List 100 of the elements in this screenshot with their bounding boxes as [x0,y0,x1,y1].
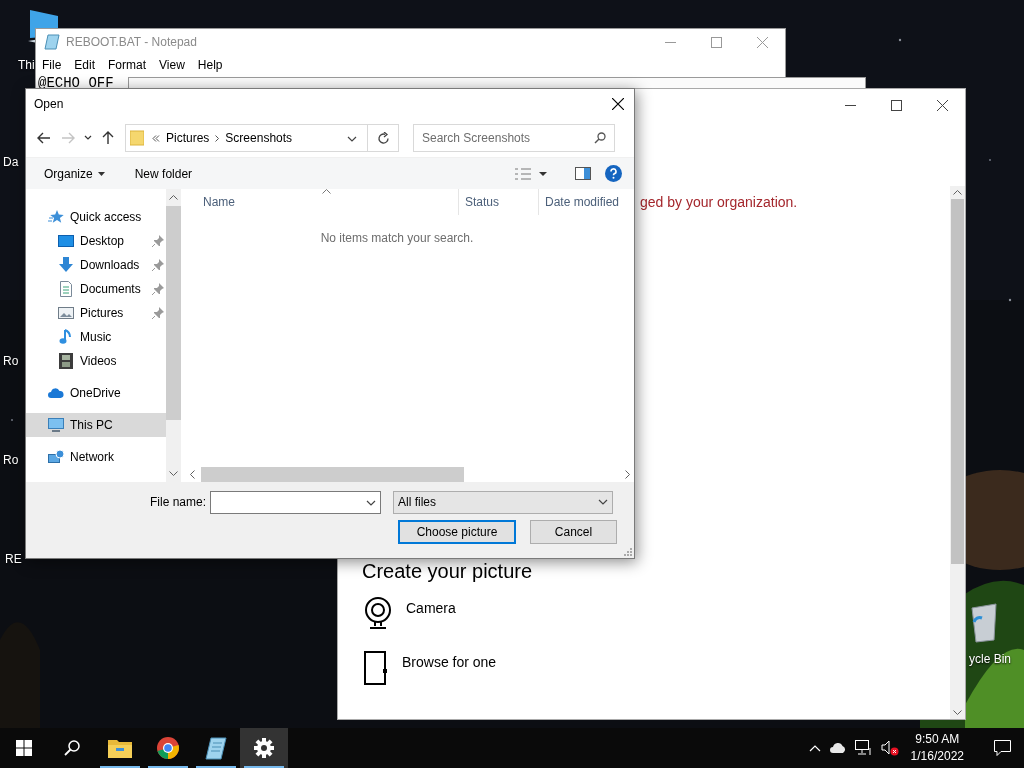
minimize-icon [664,41,676,43]
nav-item-label: OneDrive [70,386,121,400]
column-header[interactable]: Name [184,189,458,215]
organize-menu[interactable]: Organize [36,162,113,185]
notification-icon[interactable] [993,740,1011,756]
menu-item[interactable]: Help [192,58,228,72]
scroll-up-icon [169,195,178,200]
nav-item[interactable]: OneDrive [26,381,166,405]
scroll-right-icon[interactable] [625,470,630,479]
chevron-down-icon [84,135,92,141]
new-folder-button[interactable]: New folder [126,162,201,185]
cloud-icon[interactable] [828,742,847,754]
menu-item[interactable]: Format [103,58,152,72]
close-icon [756,36,768,48]
option-label[interactable]: Camera [406,600,456,616]
nav-item-label: Pictures [80,306,124,320]
nav-item-label: Network [70,450,114,464]
menu-item[interactable]: Edit [69,58,101,72]
double-chevron-icon [152,134,160,142]
folder-icon [108,738,132,758]
file-name-label: File name: [148,495,207,509]
cancel-button[interactable]: Cancel [530,520,617,544]
desktop-icon-label[interactable]: Thi [18,58,35,72]
caret-icon [539,171,547,176]
notepad-icon [205,736,227,760]
preview-pane-icon [575,167,591,180]
confirm-button[interactable]: Choose picture [398,520,516,544]
nav-item[interactable]: Videos [26,349,166,373]
section-title: Create your picture [362,560,534,583]
nav-item-label: Quick access [70,210,142,224]
view-options-button[interactable] [515,167,547,180]
nav-item[interactable]: This PC [26,413,166,437]
scroll-left-icon[interactable] [190,470,195,479]
breadcrumb-item[interactable]: Pictures [166,131,210,145]
recycle-bin-icon[interactable] [970,600,998,644]
desktop-icon-label[interactable]: ycle Bin [969,652,1012,666]
minimize-icon [844,104,856,106]
nav-item[interactable]: Network [26,445,166,469]
nav-item[interactable]: Downloads [26,253,166,277]
nav-item[interactable]: Quick access [26,205,166,229]
cloud-icon [48,385,64,401]
nav-item[interactable]: Desktop [26,229,166,253]
document-icon [58,281,74,297]
volume-muted-icon[interactable] [880,740,899,756]
scroll-down-icon [169,471,178,476]
address-bar[interactable]: Pictures Screenshots [125,124,399,152]
breadcrumb-item[interactable]: Screenshots [225,131,293,145]
column-header[interactable]: Date modified [538,189,634,215]
clock-date: 1/16/2022 [910,748,964,765]
menu-item[interactable]: View [154,58,190,72]
settings-icon [254,738,274,758]
download-icon [58,257,74,273]
dialog-title: Open [34,97,64,111]
desktop-icon-label[interactable]: Da [3,155,19,169]
maximize-icon [890,99,902,111]
document-text: @ECHO OFF [37,75,115,91]
chevron-down-icon [366,499,376,506]
clock[interactable]: 9:50 AM 1/16/2022 [910,731,964,765]
computer-icon [48,417,64,433]
chevron-right-icon [215,134,220,142]
preview-pane-button[interactable] [575,167,591,180]
nav-item[interactable]: Documents [26,277,166,301]
file-type-dropdown[interactable]: All files [393,490,613,514]
windows-logo-icon [16,740,32,756]
nav-item-label: Downloads [80,258,140,272]
desktop-icon [58,233,74,249]
music-note-icon [58,329,74,345]
close-icon [936,99,948,111]
chevron-up-icon[interactable] [808,744,821,752]
search-icon [64,740,80,756]
help-button[interactable] [605,165,622,182]
search-field[interactable]: Search Screenshots [413,124,615,152]
refresh-icon [376,131,390,145]
nav-item-label: Documents [80,282,141,296]
desktop-icon-label[interactable]: Ro [3,453,19,467]
close-icon [612,98,624,110]
browser-icon [156,736,180,760]
chevron-down-icon [598,499,608,505]
taskbar-app-button[interactable] [240,728,288,768]
file-icon [362,651,390,685]
scrollbar[interactable] [950,186,965,719]
file-name-field[interactable] [210,490,381,514]
back-arrow-icon [37,132,51,144]
desktop-icon-label[interactable]: Ro [3,354,19,368]
column-header[interactable]: Status [458,189,538,215]
desktop-icon-label[interactable]: RE [5,552,22,566]
menu-item[interactable]: File [37,58,67,72]
option-label[interactable]: Browse for one [402,654,497,670]
help-icon [605,165,622,182]
up-arrow-icon [102,131,114,145]
scrollbar[interactable] [166,189,181,482]
nav-item[interactable]: Pictures [26,301,166,325]
network-icon[interactable] [854,740,873,756]
star-icon [48,209,64,225]
scrollbar-thumb[interactable] [201,467,464,482]
policy-message: ged by your organization. [640,194,799,210]
nav-item[interactable]: Music [26,325,166,349]
forward-arrow-icon [61,132,75,144]
clock-time: 9:50 AM [915,731,960,748]
notepad-icon [44,34,60,50]
